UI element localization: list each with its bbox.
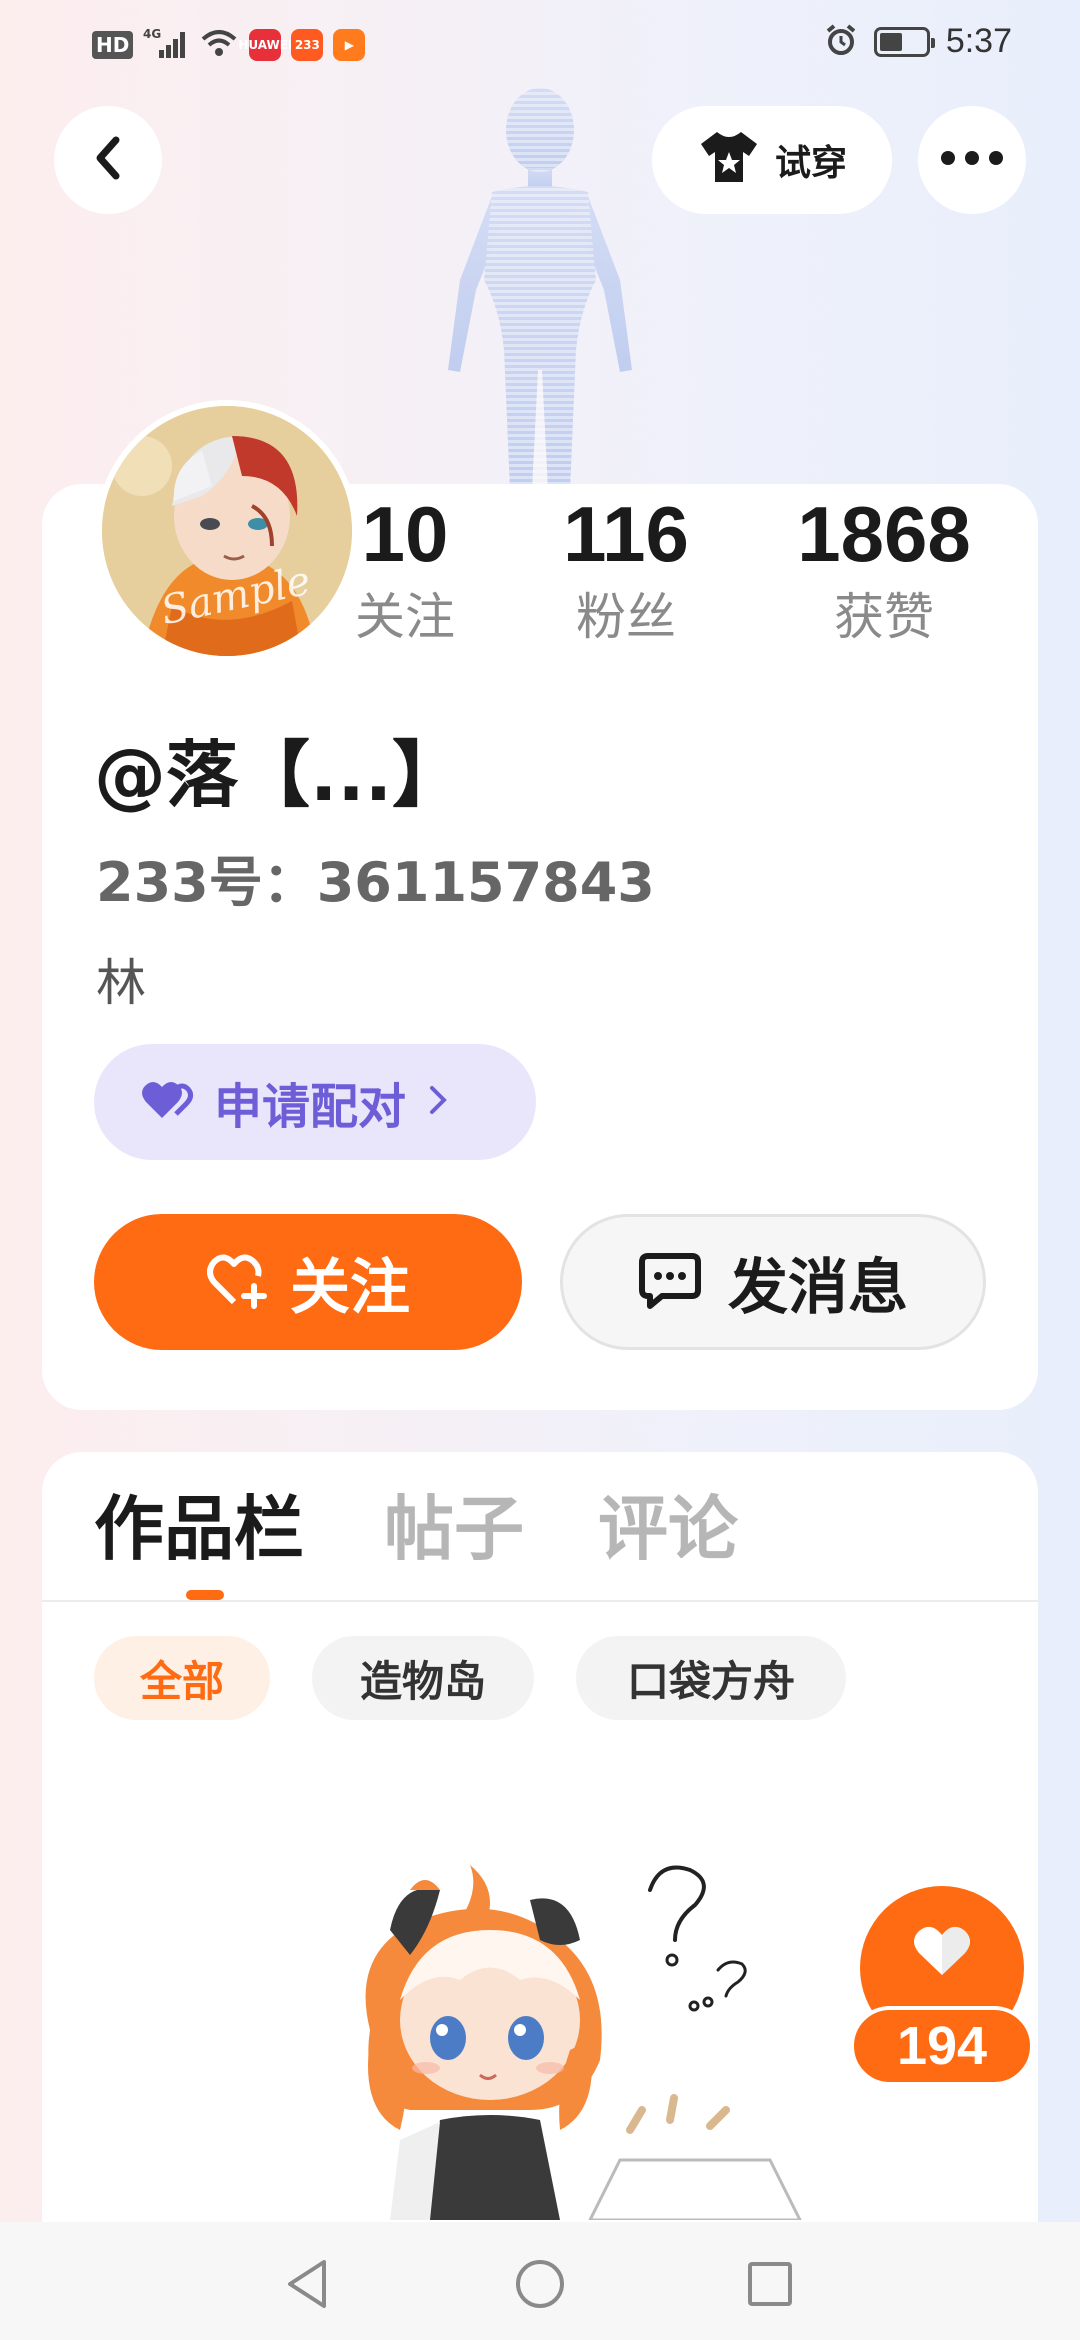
- filter-all-chip[interactable]: 全部: [94, 1636, 270, 1720]
- avatar-illustration: Sample: [102, 406, 352, 656]
- filter-pocket-ark-chip[interactable]: 口袋方舟: [576, 1636, 846, 1720]
- tab-indicator: [186, 1590, 224, 1600]
- follow-label: 关注: [290, 1252, 410, 1323]
- like-button[interactable]: 194: [850, 1886, 1036, 2086]
- send-message-button[interactable]: 发消息: [560, 1214, 986, 1350]
- network-type-label: 4G: [143, 27, 161, 41]
- hd-indicator: HD: [92, 31, 134, 59]
- hologram-avatar-figure[interactable]: [420, 80, 660, 490]
- app-233-icon: 233: [291, 29, 324, 61]
- nickname: @落【...】: [94, 733, 465, 817]
- apply-pair-label: 申请配对: [214, 1079, 407, 1135]
- system-navigation-bar: [0, 2222, 1080, 2340]
- followers-count: 116: [563, 490, 689, 578]
- status-bar: HD 4G HUAWEI 233 ▶ 5:37: [0, 0, 1080, 90]
- stats-row: 10 关注 116 粉丝 1868 获赞: [340, 486, 1020, 656]
- try-on-button[interactable]: 试穿: [652, 106, 892, 214]
- clock: 5:37: [945, 22, 1012, 60]
- chat-bubble-icon: [638, 1250, 702, 1314]
- nav-back-icon[interactable]: [280, 2256, 336, 2312]
- alarm-icon: [824, 23, 858, 61]
- following-count: 10: [361, 490, 449, 578]
- nav-home-icon[interactable]: [512, 2256, 568, 2312]
- bio: 林: [96, 954, 146, 1012]
- tab-works[interactable]: 作品栏: [94, 1484, 304, 1574]
- try-on-label: 试穿: [774, 143, 847, 184]
- following-label: 关注: [355, 588, 455, 646]
- huawei-app-icon: HUAWEI: [238, 29, 292, 61]
- tab-posts[interactable]: 帖子: [384, 1484, 524, 1574]
- followers-stat[interactable]: 116 粉丝: [546, 486, 706, 652]
- like-count: 194: [850, 2006, 1034, 2086]
- double-heart-icon: [140, 1078, 196, 1126]
- wifi-icon: [199, 27, 239, 63]
- chevron-left-icon: [88, 134, 128, 186]
- heart-plus-icon: [206, 1250, 270, 1314]
- signal-icon: 4G: [143, 26, 189, 64]
- empty-state-illustration: [365, 1865, 802, 2220]
- likes-stat[interactable]: 1868 获赞: [786, 486, 982, 652]
- heart-icon: [911, 1923, 973, 1983]
- follow-button[interactable]: 关注: [94, 1214, 522, 1350]
- likes-label: 获赞: [834, 588, 934, 646]
- status-right: 5:37: [824, 22, 1012, 61]
- followers-label: 粉丝: [576, 588, 676, 646]
- battery-icon: [873, 26, 935, 57]
- tab-divider: [42, 1600, 1038, 1602]
- chevron-right-icon: [424, 1082, 452, 1122]
- likes-count: 1868: [797, 490, 971, 578]
- nav-recents-icon[interactable]: [742, 2256, 798, 2312]
- more-options-button[interactable]: [918, 106, 1026, 214]
- apply-pair-button[interactable]: 申请配对: [94, 1044, 536, 1160]
- back-button[interactable]: [54, 106, 162, 214]
- video-app-icon: ▶: [333, 29, 366, 61]
- send-message-label: 发消息: [728, 1252, 908, 1323]
- tshirt-icon: [697, 128, 761, 193]
- status-left: HD 4G HUAWEI 233 ▶: [92, 26, 366, 64]
- avatar[interactable]: Sample: [96, 400, 358, 662]
- more-dots-icon: [940, 150, 1004, 170]
- user-id[interactable]: 233号：361157843: [96, 848, 655, 918]
- tab-comments[interactable]: 评论: [598, 1484, 738, 1574]
- filter-creation-island-chip[interactable]: 造物岛: [312, 1636, 534, 1720]
- following-stat[interactable]: 10 关注: [340, 486, 470, 652]
